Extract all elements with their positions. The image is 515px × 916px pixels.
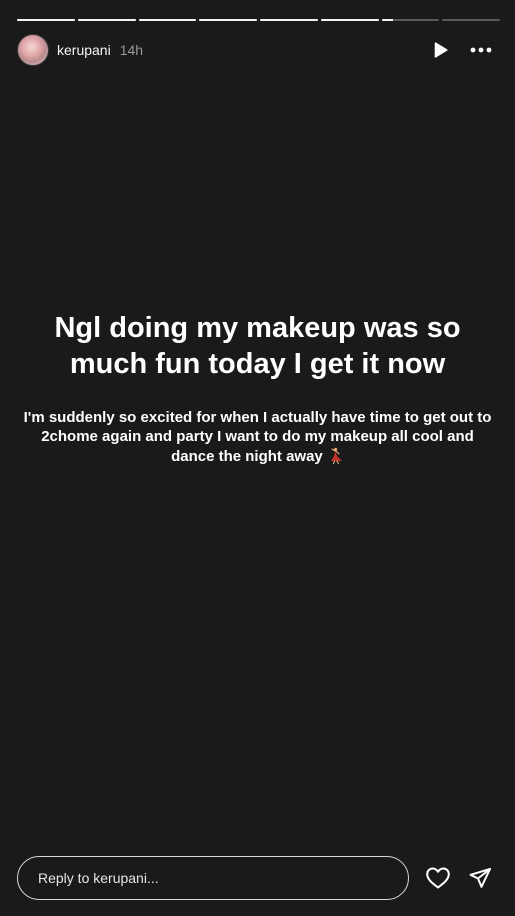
story-body-content: I'm suddenly so excited for when I actua… bbox=[23, 409, 492, 465]
play-icon bbox=[434, 42, 448, 58]
progress-segment-fill bbox=[77, 19, 136, 21]
story-header: kerupani 14h bbox=[17, 33, 493, 67]
progress-segment-fill bbox=[381, 19, 394, 21]
progress-segment bbox=[17, 19, 75, 21]
heart-icon bbox=[426, 867, 451, 889]
progress-segment-fill bbox=[320, 19, 379, 21]
send-icon bbox=[469, 868, 492, 888]
story-body-text: I'm suddenly so excited for when I actua… bbox=[20, 408, 495, 466]
reply-input[interactable] bbox=[17, 856, 410, 900]
username[interactable]: kerupani bbox=[57, 42, 111, 58]
story-viewer: kerupani 14h Ngl doing my makeup was so … bbox=[0, 0, 515, 916]
story-footer bbox=[17, 856, 493, 900]
avatar[interactable] bbox=[17, 34, 49, 66]
progress-segment bbox=[138, 19, 197, 21]
progress-segment-fill bbox=[260, 19, 318, 21]
play-button[interactable] bbox=[431, 38, 451, 62]
progress-segment bbox=[260, 19, 318, 21]
progress-segment bbox=[320, 19, 379, 21]
progress-segment-fill bbox=[199, 19, 257, 21]
story-title: Ngl doing my makeup was so much fun toda… bbox=[54, 312, 461, 380]
story-progress-bar bbox=[17, 19, 500, 21]
progress-segment-fill bbox=[138, 19, 197, 21]
progress-segment bbox=[199, 19, 257, 21]
share-button[interactable] bbox=[467, 865, 493, 891]
post-time: 14h bbox=[119, 42, 144, 58]
progress-segment bbox=[77, 19, 136, 21]
dancer-emoji-icon bbox=[330, 446, 342, 464]
progress-segment-fill bbox=[17, 19, 75, 21]
progress-segment bbox=[442, 19, 500, 21]
more-options-icon bbox=[470, 47, 492, 53]
like-button[interactable] bbox=[425, 865, 451, 891]
progress-segment bbox=[381, 19, 440, 21]
more-options-button[interactable] bbox=[469, 38, 493, 62]
